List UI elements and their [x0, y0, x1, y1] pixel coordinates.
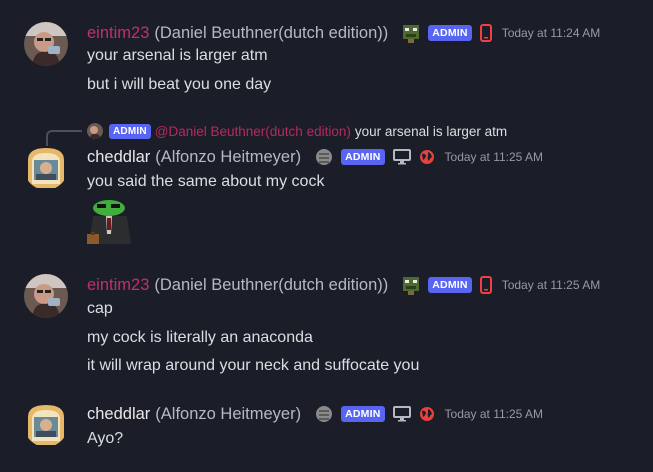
avatar[interactable] — [24, 403, 68, 447]
server-tag-icon — [396, 23, 422, 43]
message-header: cheddlar (Alfonzo Heitmeyer) ADMIN Today… — [87, 146, 543, 168]
mobile-icon — [479, 24, 492, 42]
avatar[interactable] — [24, 146, 68, 190]
message-line: it will wrap around your neck and suffoc… — [87, 357, 420, 374]
message-line: your arsenal is larger atm — [87, 47, 268, 64]
reply-role-badge: ADMIN — [109, 123, 151, 139]
reply-spine — [46, 130, 82, 146]
reply-text[interactable]: your arsenal is larger atm — [355, 124, 507, 139]
desktop-icon — [392, 406, 411, 422]
timestamp[interactable]: Today at 11:25 AM — [445, 150, 544, 164]
avatar[interactable] — [24, 22, 68, 66]
username[interactable]: cheddlar — [87, 405, 150, 424]
message-line: you said the same about my cock — [87, 173, 325, 190]
timestamp[interactable]: Today at 11:24 AM — [502, 26, 601, 40]
display-name[interactable]: (Alfonzo Heitmeyer) — [155, 148, 301, 167]
username[interactable]: cheddlar — [87, 148, 150, 167]
message-header: eintim23 (Daniel Beuthner(dutch edition)… — [87, 22, 600, 44]
role-badge[interactable]: ADMIN — [428, 277, 472, 293]
reply-preview[interactable]: ADMIN @Daniel Beuthner(dutch edition) yo… — [87, 122, 507, 140]
mobile-icon — [479, 276, 492, 294]
role-badge[interactable]: ADMIN — [341, 406, 385, 422]
message-line: my cock is literally an anaconda — [87, 329, 313, 346]
username[interactable]: eintim23 — [87, 276, 149, 295]
username[interactable]: eintim23 — [87, 24, 149, 43]
reply-mention[interactable]: @Daniel Beuthner(dutch edition) — [155, 124, 351, 139]
server-tag-icon — [309, 147, 335, 167]
message-header: eintim23 (Daniel Beuthner(dutch edition)… — [87, 274, 600, 296]
avatar[interactable] — [24, 274, 68, 318]
display-name[interactable]: (Daniel Beuthner(dutch edition)) — [154, 24, 388, 43]
timestamp[interactable]: Today at 11:25 AM — [502, 278, 601, 292]
display-name[interactable]: (Alfonzo Heitmeyer) — [155, 405, 301, 424]
message-header: cheddlar (Alfonzo Heitmeyer) ADMIN Today… — [87, 403, 543, 425]
desktop-icon — [392, 149, 411, 165]
server-tag-icon — [309, 404, 335, 424]
server-tag-icon — [396, 275, 422, 295]
message-line: Ayo? — [87, 430, 124, 447]
display-name[interactable]: (Daniel Beuthner(dutch edition)) — [154, 276, 388, 295]
reply-avatar — [87, 123, 103, 139]
role-badge[interactable]: ADMIN — [341, 149, 385, 165]
timestamp[interactable]: Today at 11:25 AM — [445, 407, 544, 421]
role-badge[interactable]: ADMIN — [428, 25, 472, 41]
message-line: cap — [87, 300, 113, 317]
message-line: but i will beat you one day — [87, 76, 272, 93]
pepe-in-suit-sticker[interactable] — [87, 198, 135, 250]
globe-icon — [419, 406, 435, 422]
globe-icon — [419, 149, 435, 165]
